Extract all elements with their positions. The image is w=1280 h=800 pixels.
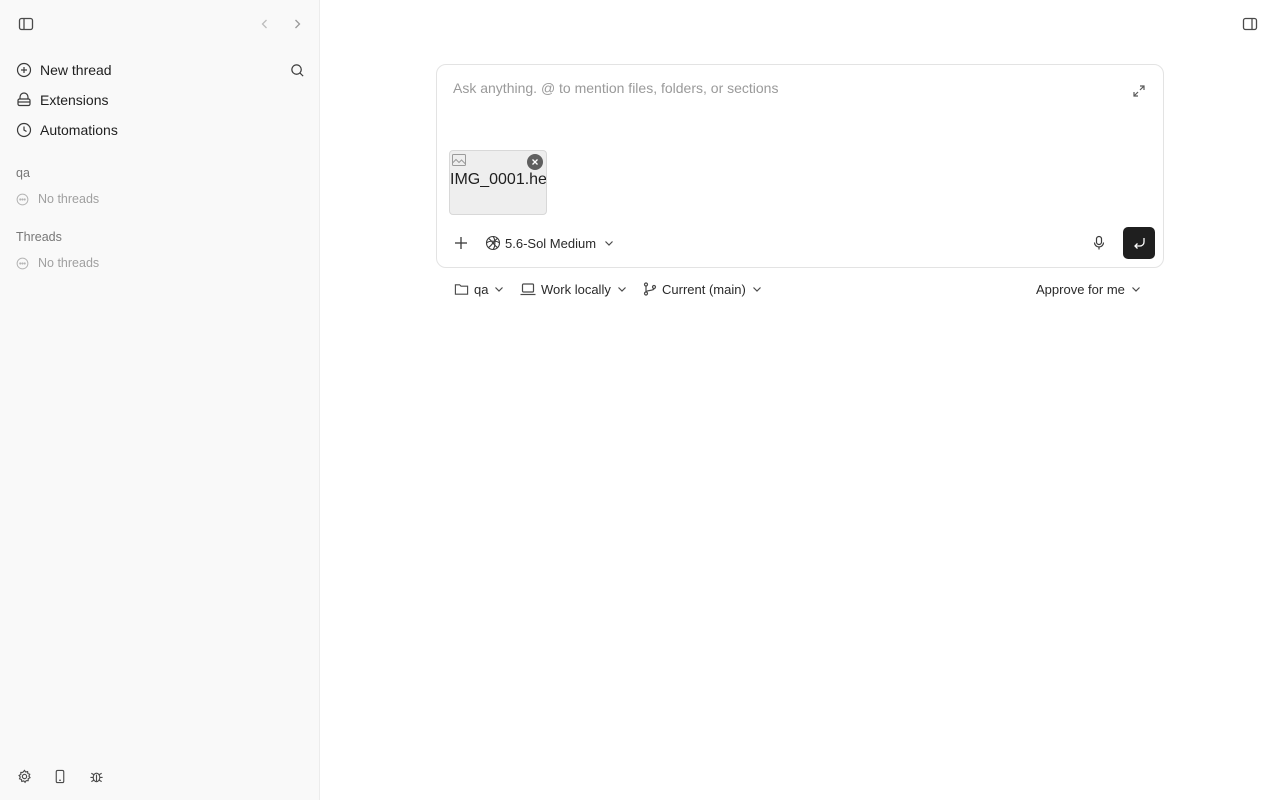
search-icon xyxy=(290,63,304,77)
send-icon xyxy=(1134,238,1145,249)
chat-bubble-icon xyxy=(16,193,29,205)
sidebar-item-label: New thread xyxy=(40,62,112,78)
approval-selector[interactable]: Approve for me xyxy=(1036,279,1141,299)
sidebar-item-label: Automations xyxy=(40,122,118,138)
clock-icon xyxy=(16,122,32,138)
extensions-icon xyxy=(17,92,31,107)
main-panel: Ask anything. @ to mention files, folder… xyxy=(320,0,1280,800)
chevron-left-icon xyxy=(261,19,267,29)
add-attachment-button[interactable] xyxy=(451,233,471,253)
sidebar-item-new-thread[interactable]: New thread xyxy=(16,59,112,81)
sidebar-toggle-icon xyxy=(18,17,34,31)
empty-thread-item: No threads xyxy=(16,256,99,270)
project-label: qa xyxy=(474,281,489,297)
sidebar-item-label: Extensions xyxy=(40,92,109,108)
empty-thread-label: No threads xyxy=(38,256,100,270)
chevron-down-icon xyxy=(617,287,626,292)
gear-icon xyxy=(17,768,31,783)
search-button[interactable] xyxy=(288,60,306,80)
model-label: 5.6-Sol Medium xyxy=(505,235,597,251)
laptop-icon xyxy=(520,283,536,296)
back-button[interactable] xyxy=(256,14,274,34)
git-branch-icon xyxy=(643,282,657,296)
remove-attachment-button[interactable] xyxy=(527,154,543,170)
right-panel-icon xyxy=(1242,17,1258,31)
chevron-down-icon xyxy=(495,287,504,292)
sidebar-item-extensions[interactable]: Extensions xyxy=(16,89,108,111)
approval-label: Approve for me xyxy=(1036,281,1125,297)
model-selector[interactable]: 5.6-Sol Medium xyxy=(485,233,618,253)
sidebar-item-automations[interactable]: Automations xyxy=(16,119,118,141)
chevron-down-icon xyxy=(752,287,761,292)
folder-icon xyxy=(454,284,469,295)
toggle-sidebar-button[interactable] xyxy=(16,14,36,34)
section-label-threads: Threads xyxy=(16,230,62,244)
settings-button[interactable] xyxy=(15,767,33,785)
attachment-name: IMG_0001.he xyxy=(450,171,547,188)
chevron-right-icon xyxy=(295,19,301,29)
bug-report-button[interactable] xyxy=(87,767,105,785)
empty-thread-label: No threads xyxy=(38,192,100,206)
toggle-right-panel-button[interactable] xyxy=(1240,14,1260,34)
branch-label: Current (main) xyxy=(662,281,746,297)
chat-bubble-icon xyxy=(16,257,29,269)
microphone-icon xyxy=(1093,235,1105,250)
bug-icon xyxy=(89,772,103,782)
branch-selector[interactable]: Current (main) xyxy=(643,279,762,299)
close-icon xyxy=(532,159,538,165)
empty-thread-item: No threads xyxy=(16,192,99,206)
chevron-down-icon xyxy=(1131,287,1140,292)
model-logo-icon xyxy=(485,235,501,251)
sidebar: New thread Extensions Automations qa No … xyxy=(0,0,320,800)
attachment-thumbnail[interactable]: IMG_0001.he xyxy=(449,150,547,215)
expand-composer-button[interactable] xyxy=(1129,81,1149,101)
environment-selector[interactable]: Work locally xyxy=(520,279,627,299)
environment-label: Work locally xyxy=(541,281,611,297)
prompt-input[interactable]: Ask anything. @ to mention files, folder… xyxy=(453,80,778,96)
mobile-button[interactable] xyxy=(51,767,69,785)
plus-icon xyxy=(455,237,467,249)
project-selector[interactable]: qa xyxy=(454,279,504,299)
plus-circle-icon xyxy=(16,62,32,78)
chevron-down-icon xyxy=(605,241,613,246)
broken-image-icon xyxy=(452,154,466,166)
section-label-qa: qa xyxy=(16,166,30,180)
voice-input-button[interactable] xyxy=(1089,233,1109,253)
composer: Ask anything. @ to mention files, folder… xyxy=(436,64,1164,268)
phone-icon xyxy=(55,769,65,783)
send-button[interactable] xyxy=(1123,227,1155,259)
forward-button[interactable] xyxy=(288,14,306,34)
expand-icon xyxy=(1133,85,1145,97)
